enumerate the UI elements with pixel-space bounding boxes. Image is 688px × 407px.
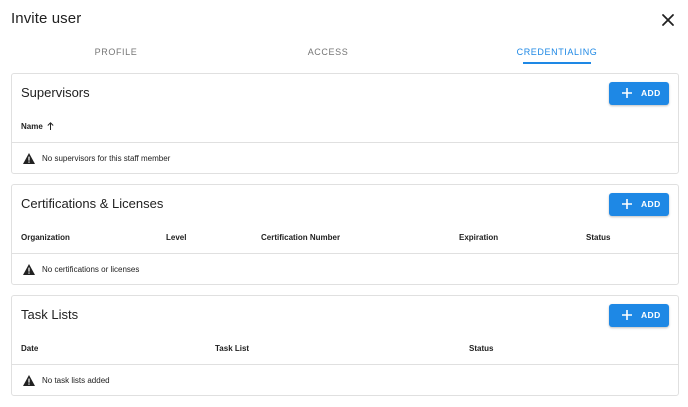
tab-credentialing[interactable]: CREDENTIALING — [515, 40, 599, 64]
active-tab-indicator — [523, 62, 591, 64]
column-header-status[interactable]: Status — [586, 233, 610, 242]
empty-state-message: No task lists added — [42, 376, 110, 385]
column-header-certification-number[interactable]: Certification Number — [261, 233, 340, 242]
certifications-title: Certifications & Licenses — [21, 196, 164, 211]
tab-access[interactable]: ACCESS — [292, 40, 364, 64]
tab-bar: PROFILE ACCESS CREDENTIALING — [0, 40, 688, 66]
add-certification-button[interactable]: ADD — [609, 193, 669, 216]
invite-user-dialog: Invite user PROFILE ACCESS CREDENTIALING… — [0, 0, 688, 407]
plus-icon — [622, 199, 632, 209]
task-lists-card: Task Lists ADD Date Task List Status No … — [11, 295, 679, 396]
plus-icon — [622, 310, 632, 320]
add-supervisor-button[interactable]: ADD — [609, 82, 669, 105]
empty-state-message: No certifications or licenses — [42, 265, 140, 274]
column-header-task-list[interactable]: Task List — [215, 344, 249, 353]
dialog-title: Invite user — [11, 10, 82, 27]
column-header-organization[interactable]: Organization — [21, 233, 70, 242]
arrow-up-icon — [47, 122, 54, 130]
column-header-label: Name — [21, 122, 43, 131]
warning-icon — [23, 153, 35, 164]
column-header-name[interactable]: Name — [21, 122, 54, 131]
column-header-status[interactable]: Status — [469, 344, 493, 353]
warning-icon — [23, 264, 35, 275]
column-header-level[interactable]: Level — [166, 233, 186, 242]
column-header-expiration[interactable]: Expiration — [459, 233, 498, 242]
close-icon[interactable] — [660, 12, 676, 28]
table-divider — [12, 253, 678, 254]
add-certification-label: ADD — [641, 199, 661, 209]
supervisors-title: Supervisors — [21, 85, 90, 100]
task-lists-title: Task Lists — [21, 307, 79, 322]
warning-icon — [23, 375, 35, 386]
tab-profile[interactable]: PROFILE — [80, 40, 152, 64]
supervisors-card: Supervisors ADD Name No supervisors for … — [11, 73, 679, 174]
add-task-list-label: ADD — [641, 310, 661, 320]
empty-state-message: No supervisors for this staff member — [42, 154, 171, 163]
add-task-list-button[interactable]: ADD — [609, 304, 669, 327]
add-supervisor-label: ADD — [641, 88, 661, 98]
table-divider — [12, 364, 678, 365]
column-header-date[interactable]: Date — [21, 344, 38, 353]
table-divider — [12, 142, 678, 143]
plus-icon — [622, 88, 632, 98]
certifications-card: Certifications & Licenses ADD Organizati… — [11, 184, 679, 285]
